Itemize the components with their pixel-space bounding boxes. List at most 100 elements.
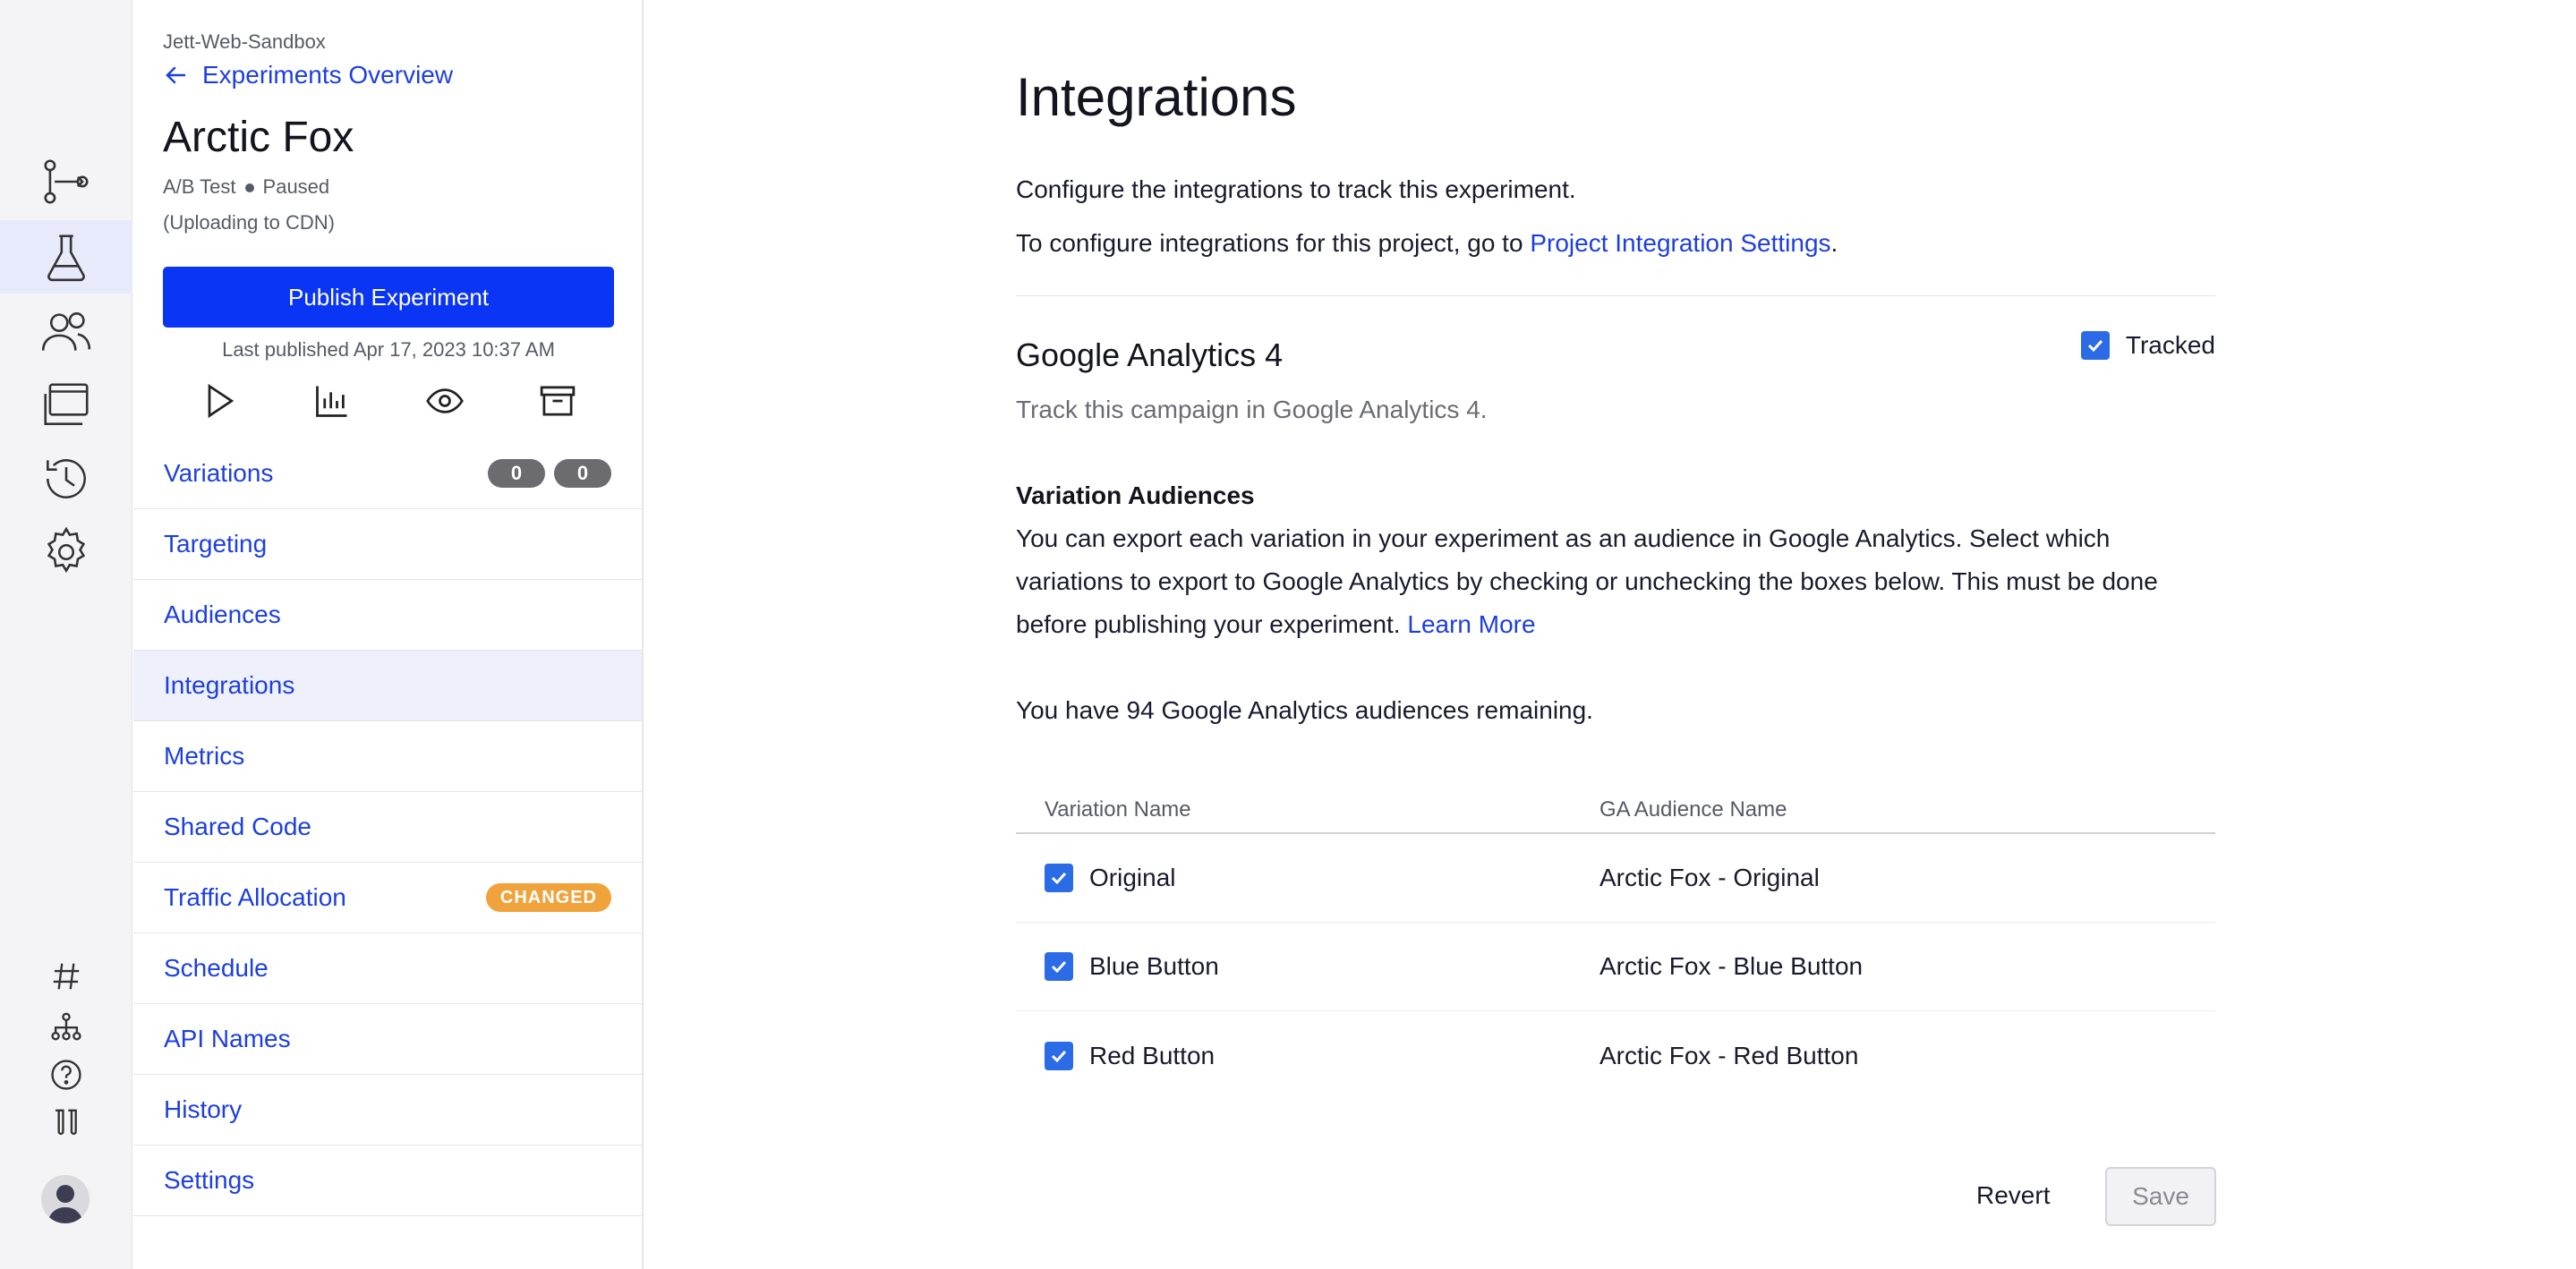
revert-button[interactable]: Revert: [1976, 1181, 2050, 1210]
experiment-title: Arctic Fox: [163, 114, 354, 161]
rail-item-history[interactable]: [0, 442, 132, 515]
checkmark-icon: [1051, 960, 1067, 974]
archive-icon: [540, 386, 576, 415]
table-row: Blue Button Arctic Fox - Blue Button: [1016, 923, 2215, 1011]
rail-item-flags[interactable]: [0, 145, 132, 218]
variation-audiences-heading: Variation Audiences: [1016, 481, 1255, 509]
rail-item-pages[interactable]: [0, 369, 132, 442]
variation-cell: Original: [1016, 864, 1599, 892]
experiment-sidebar: Jett-Web-Sandbox Experiments Overview Ar…: [133, 0, 644, 1269]
play-icon: [208, 383, 235, 418]
intro-text: Configure the integrations to track this…: [1016, 175, 1576, 203]
nav-item-api-names[interactable]: API Names: [133, 1004, 642, 1075]
table-header: Variation Name GA Audience Name: [1016, 788, 2215, 834]
learn-more-link[interactable]: Learn More: [1407, 610, 1535, 638]
checkmark-icon: [1051, 1050, 1067, 1062]
variation-cell: Red Button: [1016, 1041, 1599, 1070]
tracked-toggle[interactable]: Tracked: [2080, 331, 2215, 360]
rail-item-audiences[interactable]: [0, 295, 132, 369]
browser-windows-icon: [44, 383, 89, 425]
experiment-type: A/B Test: [163, 175, 236, 198]
count-badge: 0: [488, 459, 545, 488]
nav-label: Integrations: [164, 671, 295, 699]
nav-label: Targeting: [164, 530, 268, 558]
nav-label: History: [164, 1095, 243, 1123]
start-button[interactable]: [200, 381, 239, 425]
ga-audience-name: Arctic Fox - Original: [1599, 864, 1820, 891]
save-button[interactable]: Save: [2105, 1167, 2216, 1226]
column-header: Variation Name: [1045, 797, 1191, 822]
project-settings-suffix: .: [1830, 229, 1838, 257]
nav-label: Shared Code: [164, 813, 312, 840]
table-row: Red Button Arctic Fox - Red Button: [1016, 1011, 2215, 1100]
results-button[interactable]: [312, 381, 352, 425]
hierarchy-icon: [51, 1012, 81, 1041]
separator-dot: [244, 183, 254, 193]
variation-badges: 0 0: [488, 459, 611, 488]
project-integration-settings-link[interactable]: Project Integration Settings: [1530, 229, 1830, 257]
nav-label: Schedule: [164, 954, 269, 982]
column-header: GA Audience Name: [1599, 797, 1787, 822]
table-row: Original Arctic Fox - Original: [1016, 834, 2215, 923]
project-name: Jett-Web-Sandbox: [163, 30, 326, 53]
rail-item-hash[interactable]: [0, 954, 132, 999]
back-link-label: Experiments Overview: [202, 61, 454, 89]
variation-checkbox[interactable]: [1045, 952, 1073, 981]
variation-audiences-description: You can export each variation in your ex…: [1016, 517, 2215, 646]
variation-checkbox[interactable]: [1045, 1041, 1073, 1070]
nav-item-shared-code[interactable]: Shared Code: [133, 792, 642, 863]
nav-item-history[interactable]: History: [133, 1075, 642, 1146]
nav-item-integrations[interactable]: Integrations: [133, 651, 642, 721]
page-title: Integrations: [1016, 67, 1297, 127]
preview-button[interactable]: [425, 381, 465, 425]
audiences-remaining: You have 94 Google Analytics audiences r…: [1016, 696, 1593, 724]
nav-item-metrics[interactable]: Metrics: [133, 721, 642, 792]
nav-item-traffic-allocation[interactable]: Traffic Allocation CHANGED: [133, 863, 642, 933]
variation-audiences-table: Variation Name GA Audience Name Original…: [1016, 788, 2215, 1100]
variation-audiences-body: You can export each variation in your ex…: [1016, 524, 2158, 638]
variation-name: Original: [1089, 864, 1176, 891]
rail-item-hierarchy[interactable]: [0, 1004, 132, 1049]
last-published-text: Last published Apr 17, 2023 10:37 AM: [222, 338, 555, 361]
tracked-checkbox[interactable]: [2080, 331, 2110, 360]
project-settings-text: To configure integrations for this proje…: [1016, 229, 1838, 258]
rail-item-experiments[interactable]: [0, 220, 132, 294]
back-to-experiments-link[interactable]: Experiments Overview: [163, 61, 453, 89]
rail-item-settings[interactable]: [0, 515, 132, 589]
tracked-label: Tracked: [2125, 331, 2215, 359]
nav-item-targeting[interactable]: Targeting: [133, 509, 642, 580]
hash-icon: [53, 963, 80, 990]
publish-experiment-button[interactable]: Publish Experiment: [163, 267, 614, 328]
history-icon: [47, 459, 86, 498]
nav-label: Metrics: [164, 742, 245, 770]
project-settings-prefix: To configure integrations for this proje…: [1016, 229, 1531, 257]
count-badge: 0: [554, 459, 611, 488]
nav-label: Variations: [164, 459, 274, 487]
checkmark-icon: [1051, 872, 1067, 885]
experiment-status-detail: (Uploading to CDN): [163, 211, 335, 234]
test-tubes-icon: [55, 1109, 77, 1136]
rail-item-labs[interactable]: [0, 1101, 132, 1146]
nav-item-variations[interactable]: Variations 0 0: [133, 439, 642, 509]
help-icon: [51, 1060, 81, 1090]
rail-item-help[interactable]: [0, 1052, 132, 1097]
arrow-left-icon: [166, 66, 185, 84]
experiment-nav: Variations 0 0 Targeting Audiences Integ…: [133, 439, 642, 1216]
nav-item-audiences[interactable]: Audiences: [133, 580, 642, 651]
archive-button[interactable]: [538, 381, 577, 425]
changed-badge: CHANGED: [485, 883, 611, 912]
variation-checkbox[interactable]: [1045, 864, 1073, 892]
section-divider: [1016, 295, 2215, 296]
nav-item-schedule[interactable]: Schedule: [133, 933, 642, 1004]
variation-name: Red Button: [1089, 1041, 1215, 1069]
experiment-meta: A/B Test Paused: [163, 175, 329, 199]
checkmark-icon: [2087, 339, 2103, 353]
user-avatar[interactable]: [41, 1175, 90, 1223]
git-branch-icon: [44, 159, 89, 204]
nav-label: Audiences: [164, 600, 281, 628]
ga-audience-name: Arctic Fox - Red Button: [1599, 1041, 1859, 1069]
integration-title: Google Analytics 4: [1016, 336, 1284, 373]
nav-label: Settings: [164, 1166, 255, 1194]
nav-item-settings[interactable]: Settings: [133, 1146, 642, 1216]
users-icon: [41, 312, 91, 351]
